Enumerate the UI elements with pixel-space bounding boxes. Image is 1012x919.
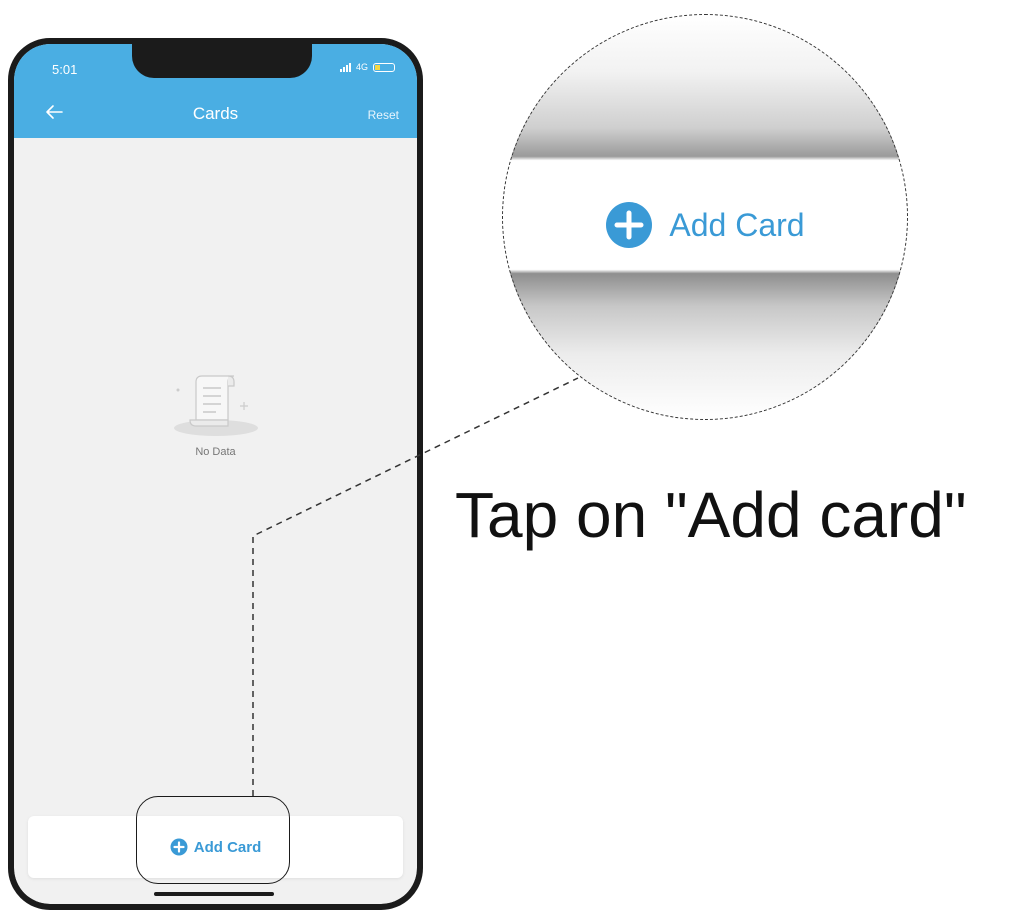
- magnifier-callout: Add Card: [502, 14, 908, 420]
- plus-circle-icon: [606, 202, 653, 248]
- instruction-text: Tap on "Add card": [455, 479, 967, 551]
- magnified-add-card: Add Card: [503, 201, 907, 249]
- magnified-add-card-label: Add Card: [669, 206, 805, 243]
